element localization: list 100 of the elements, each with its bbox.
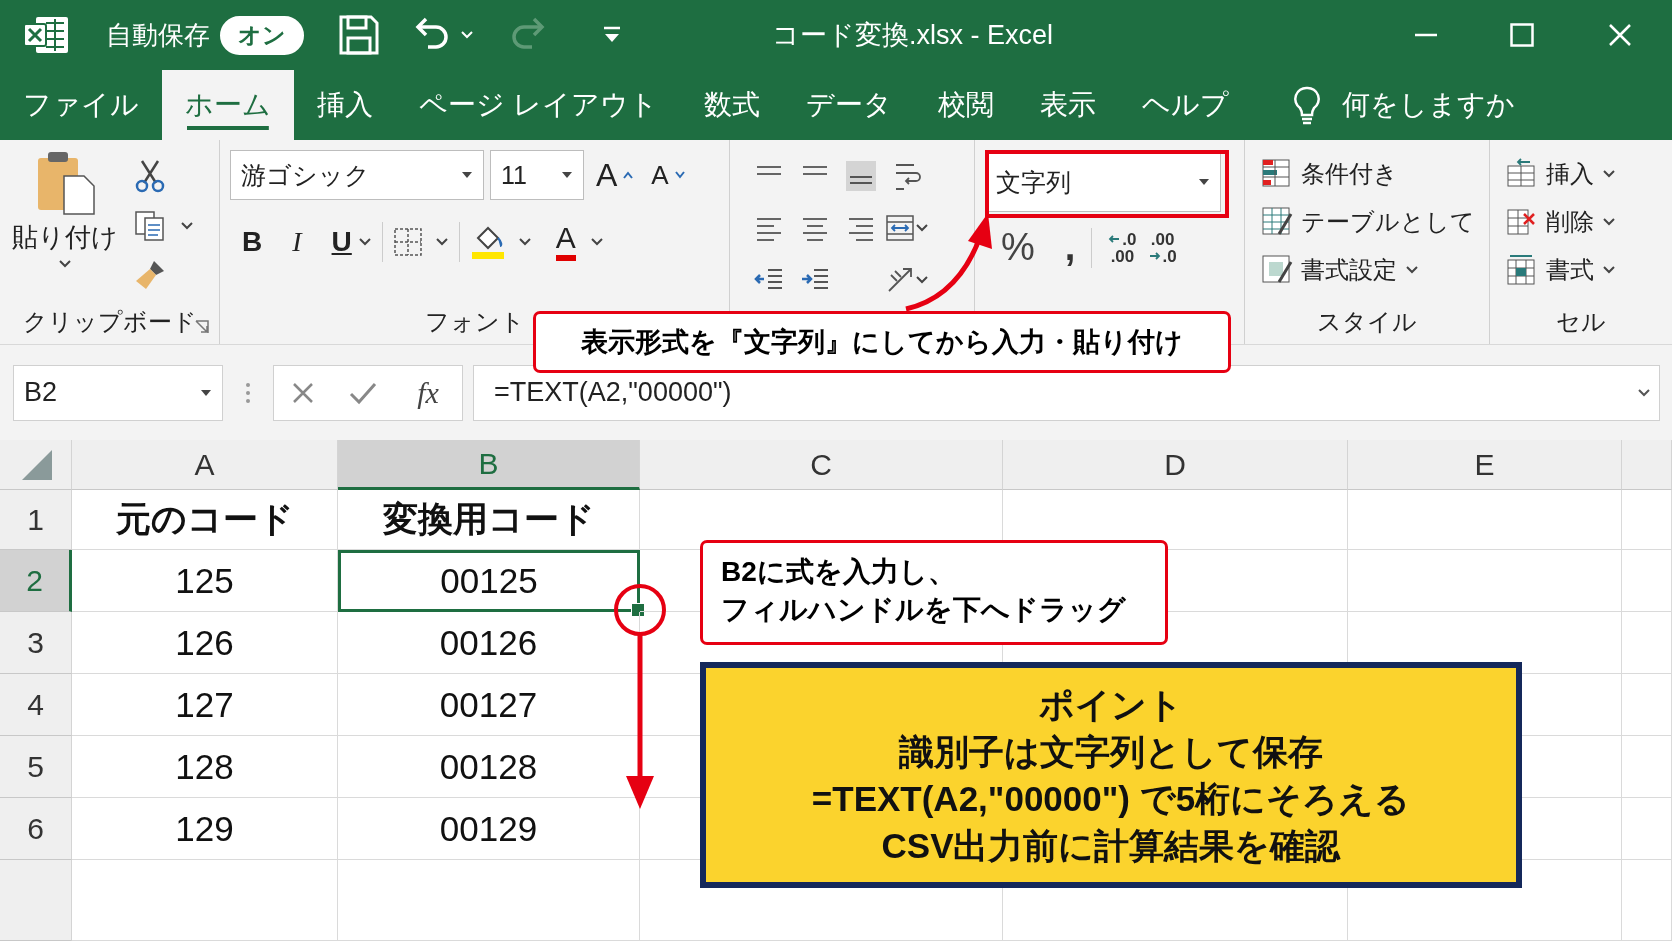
enter-check-icon[interactable] <box>349 380 378 405</box>
decimal-places-button[interactable]: .00 .0 <box>1142 230 1183 265</box>
scissors-icon[interactable] <box>134 158 166 193</box>
table-cell[interactable] <box>1622 736 1672 798</box>
row-header[interactable]: 2 <box>0 550 72 612</box>
underline-button[interactable]: U <box>325 226 358 258</box>
drag-handle-icon[interactable] <box>245 380 251 405</box>
cells-menu-button[interactable]: 書式 <box>1506 246 1616 294</box>
fill-handle[interactable] <box>631 603 645 617</box>
caret-icon[interactable] <box>517 237 532 247</box>
ribbon-tab[interactable]: ホーム <box>162 70 294 140</box>
ribbon-tab[interactable]: 数式 <box>680 70 783 140</box>
style-menu-button[interactable]: 条件付き <box>1261 150 1475 198</box>
table-cell[interactable]: 元のコード <box>72 490 338 550</box>
comma-button[interactable]: , <box>1058 226 1082 269</box>
dropdown-arrow-icon[interactable] <box>461 171 473 179</box>
table-cell[interactable] <box>1622 860 1672 941</box>
borders-icon[interactable] <box>392 227 423 257</box>
table-cell[interactable] <box>338 860 640 941</box>
table-cell[interactable]: 127 <box>72 674 338 736</box>
percent-button[interactable]: % <box>995 226 1041 269</box>
table-cell[interactable]: 変換用コード <box>338 490 640 550</box>
caret-icon[interactable] <box>1637 387 1651 398</box>
bottom-align-icon[interactable] <box>846 161 876 191</box>
autosave-toggle[interactable]: オン <box>220 15 304 55</box>
cancel-icon[interactable] <box>291 380 316 405</box>
caret-icon[interactable] <box>915 275 929 285</box>
caret-icon[interactable] <box>589 237 604 247</box>
grow-font-button[interactable]: A <box>590 156 640 194</box>
table-cell[interactable]: 128 <box>72 736 338 798</box>
font-size-dropdown[interactable]: 11 <box>490 150 584 200</box>
row-header[interactable]: 3 <box>0 612 72 674</box>
table-cell[interactable]: 126 <box>72 612 338 674</box>
table-cell[interactable] <box>1622 612 1672 674</box>
column-header[interactable]: D <box>1003 440 1348 490</box>
ribbon-tab[interactable]: ファイル <box>0 70 162 140</box>
table-cell[interactable] <box>1622 550 1672 612</box>
row-header[interactable]: 4 <box>0 674 72 736</box>
ribbon-tab[interactable]: データ <box>782 70 915 140</box>
cells-menu-button[interactable]: 削除 <box>1506 198 1616 246</box>
row-header[interactable]: 5 <box>0 736 72 798</box>
table-cell[interactable]: 00127 <box>338 674 640 736</box>
copy-icon[interactable] <box>134 210 166 242</box>
caret-icon[interactable] <box>58 259 72 269</box>
dropdown-arrow-icon[interactable] <box>561 171 573 179</box>
italic-button[interactable]: I <box>286 226 308 258</box>
ribbon-tab[interactable]: 校閲 <box>914 70 1017 140</box>
ribbon-tab[interactable]: ページ レイアウト <box>396 70 681 140</box>
caret-icon[interactable] <box>434 237 449 247</box>
column-header[interactable]: A <box>72 440 338 490</box>
table-cell[interactable] <box>1622 490 1672 550</box>
table-cell[interactable]: 00126 <box>338 612 640 674</box>
paste-button[interactable]: 貼り付け <box>10 150 120 300</box>
merge-center-icon[interactable] <box>885 213 915 243</box>
caret-icon[interactable] <box>1602 169 1616 179</box>
font-color-button[interactable]: A <box>549 223 582 261</box>
name-box[interactable]: B2 <box>13 364 223 421</box>
formula-field[interactable]: =TEXT(A2,"00000") <box>473 364 1660 421</box>
column-header[interactable]: B <box>338 440 640 490</box>
shrink-font-button[interactable]: A <box>645 159 691 191</box>
style-menu-button[interactable]: 書式設定 <box>1261 246 1475 294</box>
table-cell[interactable] <box>72 860 338 941</box>
format-painter-icon[interactable] <box>134 259 166 292</box>
tip-text: CSV出力前に計算結果を確認 <box>881 825 1341 867</box>
cells-menu-button[interactable]: 挿入 <box>1506 150 1616 198</box>
column-header[interactable]: E <box>1348 440 1622 490</box>
style-menu-button[interactable]: テーブルとして <box>1261 198 1475 246</box>
font-name-dropdown[interactable]: 游ゴシック <box>230 150 484 200</box>
caret-icon[interactable] <box>915 223 929 233</box>
ribbon-tab[interactable]: ヘルプ <box>1118 70 1252 140</box>
table-cell[interactable] <box>1348 490 1622 550</box>
dropdown-arrow-icon[interactable] <box>200 388 212 397</box>
decimal-places-button[interactable]: .0 .00 <box>1102 230 1143 265</box>
row-header[interactable]: 6 <box>0 798 72 860</box>
close-icon[interactable] <box>1608 23 1632 47</box>
table-cell[interactable] <box>1622 674 1672 736</box>
insert-function-button[interactable]: fx <box>411 374 445 411</box>
caret-icon[interactable] <box>357 237 372 247</box>
bold-button[interactable]: B <box>236 226 269 258</box>
caret-icon[interactable] <box>1602 217 1616 227</box>
table-cell[interactable] <box>1622 798 1672 860</box>
column-header[interactable]: C <box>640 440 1003 490</box>
dropdown-arrow-icon[interactable] <box>1198 178 1210 186</box>
dialog-launcher-icon[interactable] <box>195 320 209 334</box>
ribbon-tab[interactable]: 挿入 <box>294 70 396 140</box>
caret-icon[interactable] <box>180 221 194 231</box>
table-cell[interactable]: 125 <box>72 550 338 612</box>
table-cell[interactable]: 129 <box>72 798 338 860</box>
ribbon-tab[interactable]: 表示 <box>1016 70 1119 140</box>
tell-me-search[interactable]: 何をしますか <box>1341 86 1515 124</box>
callout-note: 表示形式を『文字列』にしてから入力・貼り付け <box>533 311 1231 373</box>
maximize-icon[interactable] <box>1510 23 1534 47</box>
table-cell[interactable]: 00129 <box>338 798 640 860</box>
fill-color-icon[interactable] <box>469 224 506 260</box>
caret-icon[interactable] <box>1405 265 1419 275</box>
caret-icon[interactable] <box>1602 265 1616 275</box>
save-icon[interactable] <box>338 14 380 56</box>
table-cell[interactable] <box>1348 550 1622 612</box>
delete-cells-icon <box>1506 206 1538 238</box>
row-header[interactable]: 1 <box>0 490 72 550</box>
